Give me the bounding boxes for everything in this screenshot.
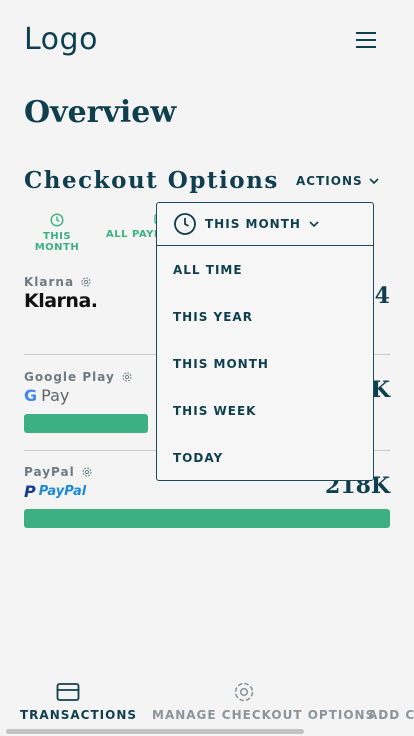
gear-icon[interactable] <box>121 371 133 383</box>
nav-transactions[interactable]: TRANSACTIONS <box>20 672 136 722</box>
nav-manage-checkout-options[interactable]: MANAGE CHECKOUT OPTIONS <box>152 672 374 722</box>
paypal-p-icon: P <box>24 482 36 501</box>
page-title: Overview <box>24 95 177 130</box>
klarna-logo: Klarna. <box>24 290 98 312</box>
period-dropdown[interactable]: THIS MONTH ALL TIME THIS YEAR THIS MONTH… <box>156 202 374 481</box>
app-header: Logo <box>0 0 414 80</box>
actions-button[interactable]: ACTIONS <box>296 174 379 188</box>
clock-icon <box>50 213 64 227</box>
actions-label: ACTIONS <box>296 174 363 188</box>
tab-this-month[interactable]: THIS MONTH <box>24 213 90 253</box>
section-title: Checkout Options <box>24 167 279 194</box>
progress-bar <box>24 414 148 433</box>
dropdown-selected: THIS MONTH <box>205 217 301 231</box>
logo[interactable]: Logo <box>24 22 98 57</box>
credit-card-icon <box>56 683 80 701</box>
nav-label: TRANSACTIONS <box>20 708 138 722</box>
chevron-down-icon <box>309 220 319 227</box>
gear-icon[interactable] <box>80 276 92 288</box>
horizontal-scrollbar[interactable] <box>6 729 304 734</box>
option-this-week[interactable]: THIS WEEK <box>173 404 256 418</box>
nav-label: MANAGE CHECKOUT OPTIONS <box>152 708 376 722</box>
progress-bar <box>24 509 390 528</box>
dropdown-toggle[interactable]: THIS MONTH <box>157 203 373 246</box>
option-today[interactable]: TODAY <box>173 451 223 465</box>
nav-add-checkout[interactable]: ADD CH <box>368 672 414 722</box>
bottom-nav: TRANSACTIONS MANAGE CHECKOUT OPTIONS ADD… <box>0 672 414 736</box>
option-this-month[interactable]: THIS MONTH <box>173 357 269 371</box>
gear-icon <box>234 682 254 702</box>
tab-label: THIS MONTH <box>34 231 80 253</box>
option-all-time[interactable]: ALL TIME <box>173 263 243 277</box>
option-this-year[interactable]: THIS YEAR <box>173 310 253 324</box>
google-g-icon: G <box>24 386 38 405</box>
menu-icon[interactable] <box>356 32 376 48</box>
paypal-logo: P PayPal <box>24 482 87 501</box>
gear-icon[interactable] <box>81 466 93 478</box>
nav-label: ADD CH <box>368 708 414 722</box>
google-pay-logo: G Pay <box>24 386 70 405</box>
clock-icon <box>174 213 196 235</box>
chevron-down-icon <box>369 177 379 184</box>
